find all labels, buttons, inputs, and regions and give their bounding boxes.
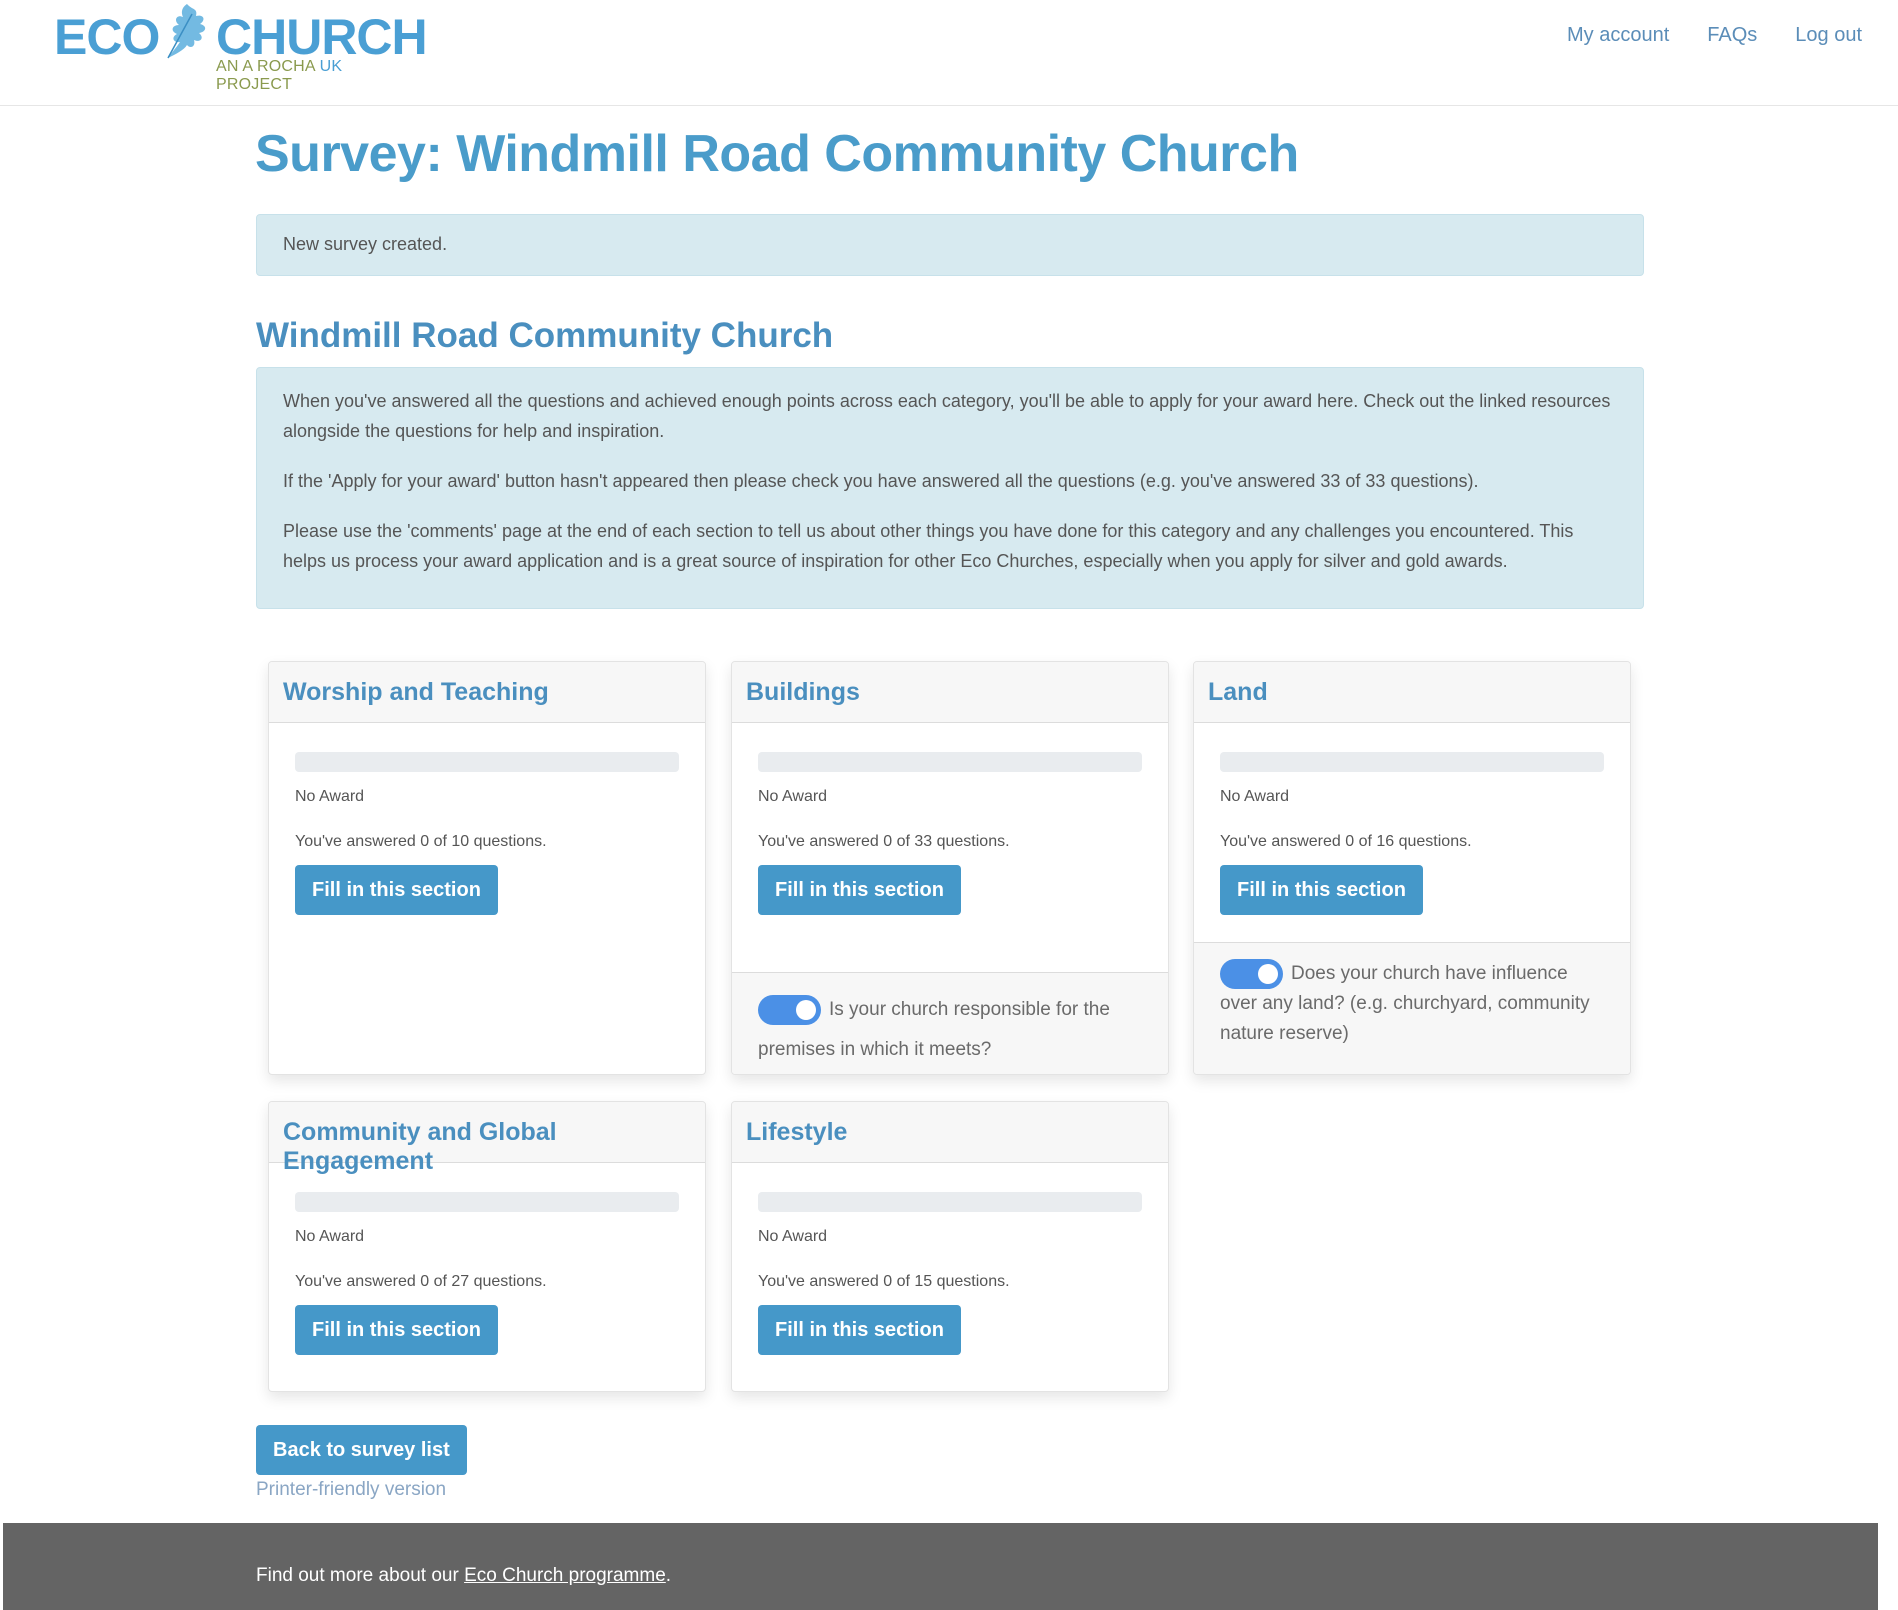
site-header: ECO CHURCH AN A ROCHA UK PROJECT My acco…: [0, 0, 1898, 106]
tagline-part: PROJECT: [216, 76, 293, 93]
fill-section-button[interactable]: Fill in this section: [295, 1305, 498, 1355]
tagline-uk: UK: [319, 58, 343, 75]
info-paragraph: Please use the 'comments' page at the en…: [283, 521, 1574, 571]
info-box: When you've answered all the questions a…: [256, 367, 1644, 609]
card-title: Lifestyle: [732, 1102, 1168, 1163]
progress-bar: [295, 752, 679, 772]
page-title: Survey: Windmill Road Community Church: [255, 125, 1299, 183]
footer-text-suffix: .: [665, 1565, 672, 1586]
section-card-community: Community and Global Engagement No Award…: [268, 1101, 706, 1392]
progress-bar: [758, 1192, 1142, 1212]
site-footer: Find out more about our Eco Church progr…: [3, 1523, 1878, 1610]
section-card-worship: Worship and Teaching No Award You've ans…: [268, 661, 706, 1075]
info-paragraph: If the 'Apply for your award' button has…: [283, 471, 1479, 491]
nav-faqs[interactable]: FAQs: [1707, 24, 1757, 47]
progress-bar: [758, 752, 1142, 772]
top-nav: My account FAQs Log out: [1567, 24, 1862, 47]
land-influence-toggle[interactable]: [1220, 959, 1283, 989]
nav-log-out[interactable]: Log out: [1795, 24, 1862, 47]
award-status: No Award: [295, 788, 365, 805]
award-status: No Award: [758, 1228, 828, 1245]
award-status: No Award: [1220, 788, 1290, 805]
section-card-land: Land No Award You've answered 0 of 16 qu…: [1193, 661, 1631, 1075]
toggle-knob: [796, 999, 816, 1020]
footer-text-prefix: Find out more about our: [256, 1565, 465, 1586]
card-footer: Does your church have influence over any…: [1194, 942, 1630, 1074]
footer-text: Find out more about our Eco Church progr…: [256, 1565, 671, 1587]
eco-church-programme-link[interactable]: Eco Church programme: [464, 1565, 666, 1586]
card-title: Worship and Teaching: [269, 662, 705, 723]
card-title: Community and Global Engagement: [269, 1102, 705, 1175]
nav-my-account[interactable]: My account: [1567, 24, 1669, 47]
oak-leaf-icon: [167, 4, 206, 59]
fill-section-button[interactable]: Fill in this section: [758, 865, 961, 915]
progress-bar: [1220, 752, 1604, 772]
logo-word-eco: ECO: [54, 9, 160, 65]
fill-section-button[interactable]: Fill in this section: [758, 1305, 961, 1355]
logo-tagline: AN A ROCHA UK PROJECT: [216, 58, 414, 94]
progress-bar: [295, 1192, 679, 1212]
premises-toggle[interactable]: [758, 994, 821, 1025]
award-status: No Award: [295, 1228, 365, 1245]
success-alert: New survey created.: [256, 214, 1644, 276]
back-to-survey-list-button[interactable]: Back to survey list: [256, 1425, 467, 1475]
card-footer: Is your church responsible for the premi…: [732, 972, 1168, 1074]
answered-count: You've answered 0 of 27 questions.: [295, 1273, 547, 1290]
tagline-part: AN A ROCHA: [216, 58, 320, 75]
toggle-knob: [1258, 964, 1278, 984]
answered-count: You've answered 0 of 33 questions.: [758, 833, 1010, 850]
answered-count: You've answered 0 of 10 questions.: [295, 833, 547, 850]
section-card-buildings: Buildings No Award You've answered 0 of …: [731, 661, 1169, 1075]
award-status: No Award: [758, 788, 828, 805]
eco-church-logo[interactable]: ECO CHURCH AN A ROCHA UK PROJECT: [54, 0, 428, 93]
answered-count: You've answered 0 of 15 questions.: [758, 1273, 1010, 1290]
answered-count: You've answered 0 of 16 questions.: [1220, 833, 1472, 850]
info-paragraph: When you've answered all the questions a…: [283, 391, 1611, 441]
printer-friendly-link[interactable]: Printer-friendly version: [256, 1479, 446, 1501]
church-name-heading: Windmill Road Community Church: [256, 316, 834, 355]
fill-section-button[interactable]: Fill in this section: [295, 865, 498, 915]
card-title: Buildings: [732, 662, 1168, 723]
card-title: Land: [1194, 662, 1630, 723]
section-card-lifestyle: Lifestyle No Award You've answered 0 of …: [731, 1101, 1169, 1392]
fill-section-button[interactable]: Fill in this section: [1220, 865, 1423, 915]
